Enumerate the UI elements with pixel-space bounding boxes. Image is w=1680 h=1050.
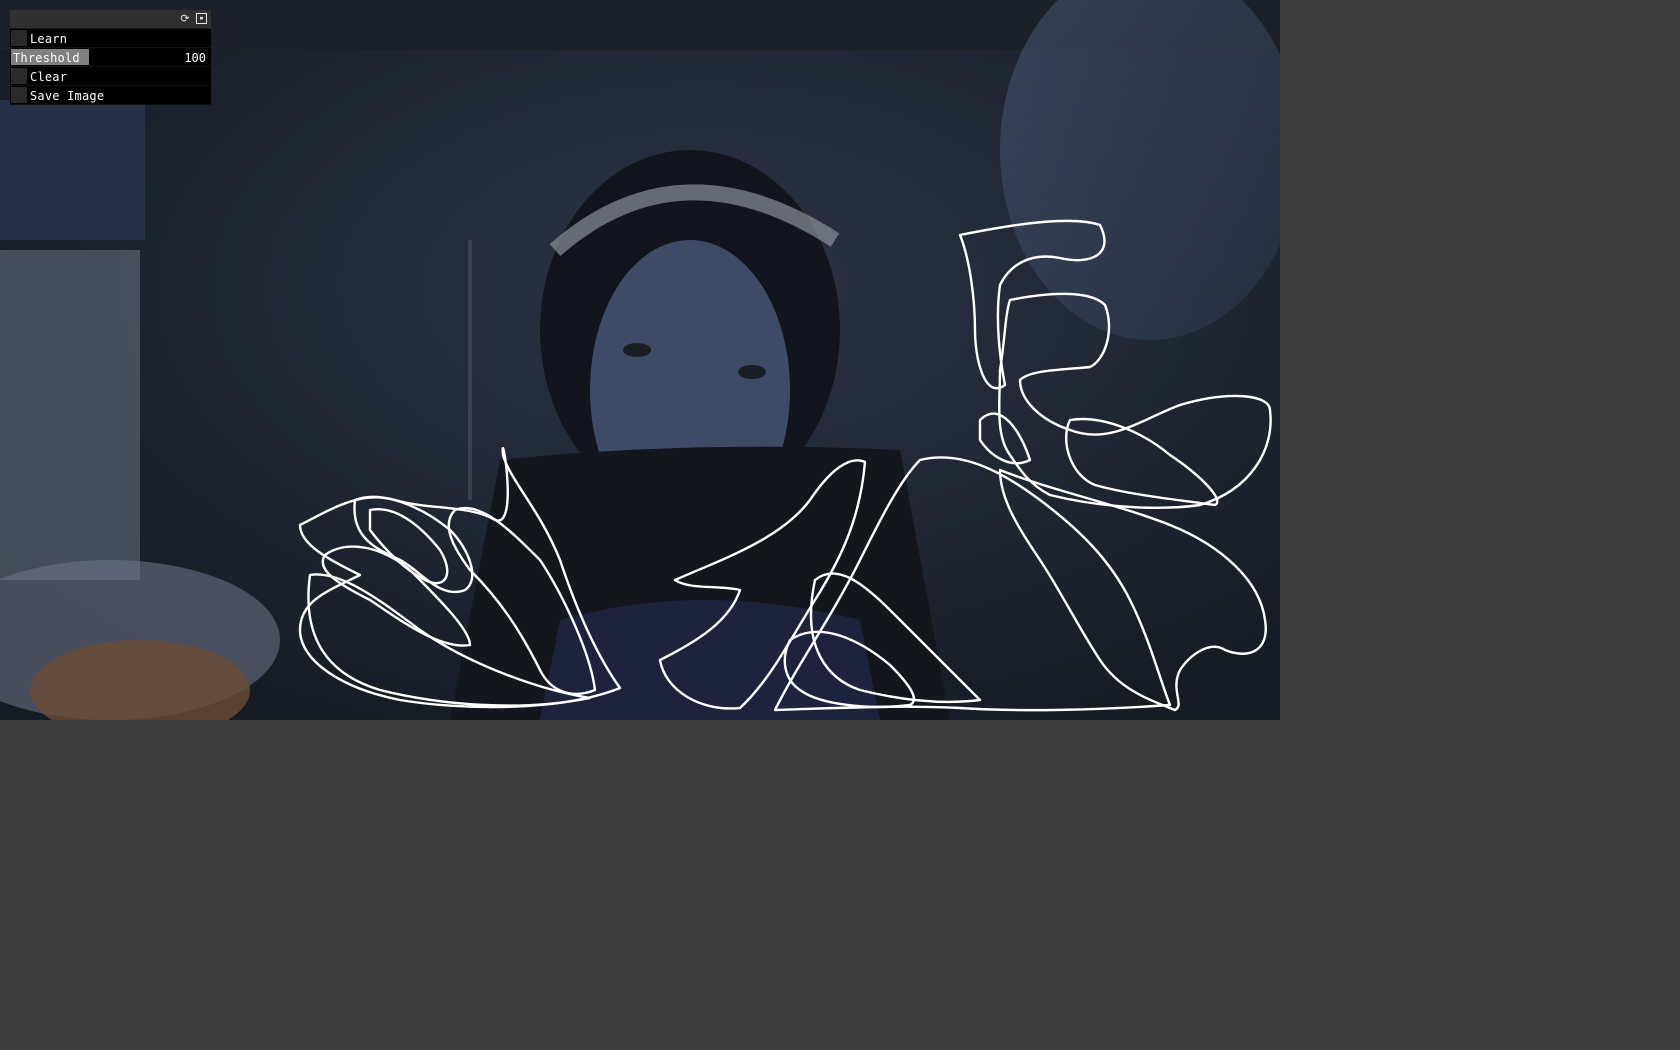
learn-toggle[interactable]: Learn	[10, 29, 211, 48]
gui-header[interactable]: ⟳ ▪	[10, 10, 211, 29]
save-image-toggle[interactable]: Save Image	[10, 86, 211, 105]
left-eye	[623, 343, 651, 357]
learn-label: Learn	[30, 32, 68, 46]
clear-toggle[interactable]: Clear	[10, 67, 211, 86]
gui-panel: ⟳ ▪ Learn Threshold 100 Clear Save Image	[10, 10, 211, 105]
clear-label: Clear	[30, 70, 68, 84]
learn-checkbox[interactable]	[11, 30, 27, 46]
right-eye	[738, 365, 766, 379]
wall-poster	[0, 100, 145, 240]
save-image-label: Save Image	[30, 89, 105, 103]
storage-drawers	[0, 250, 140, 580]
save-icon[interactable]: ▪	[196, 13, 207, 24]
reload-icon[interactable]: ⟳	[179, 13, 191, 25]
camera-view	[0, 0, 1280, 720]
threshold-value: 100	[184, 51, 206, 65]
camera-frame	[0, 0, 1280, 720]
save-image-checkbox[interactable]	[11, 87, 27, 103]
threshold-label: Threshold	[13, 51, 80, 65]
app-window: ⟳ ▪ Learn Threshold 100 Clear Save Image	[0, 0, 1680, 1050]
threshold-slider[interactable]: Threshold 100	[10, 48, 211, 67]
clear-checkbox[interactable]	[11, 68, 27, 84]
